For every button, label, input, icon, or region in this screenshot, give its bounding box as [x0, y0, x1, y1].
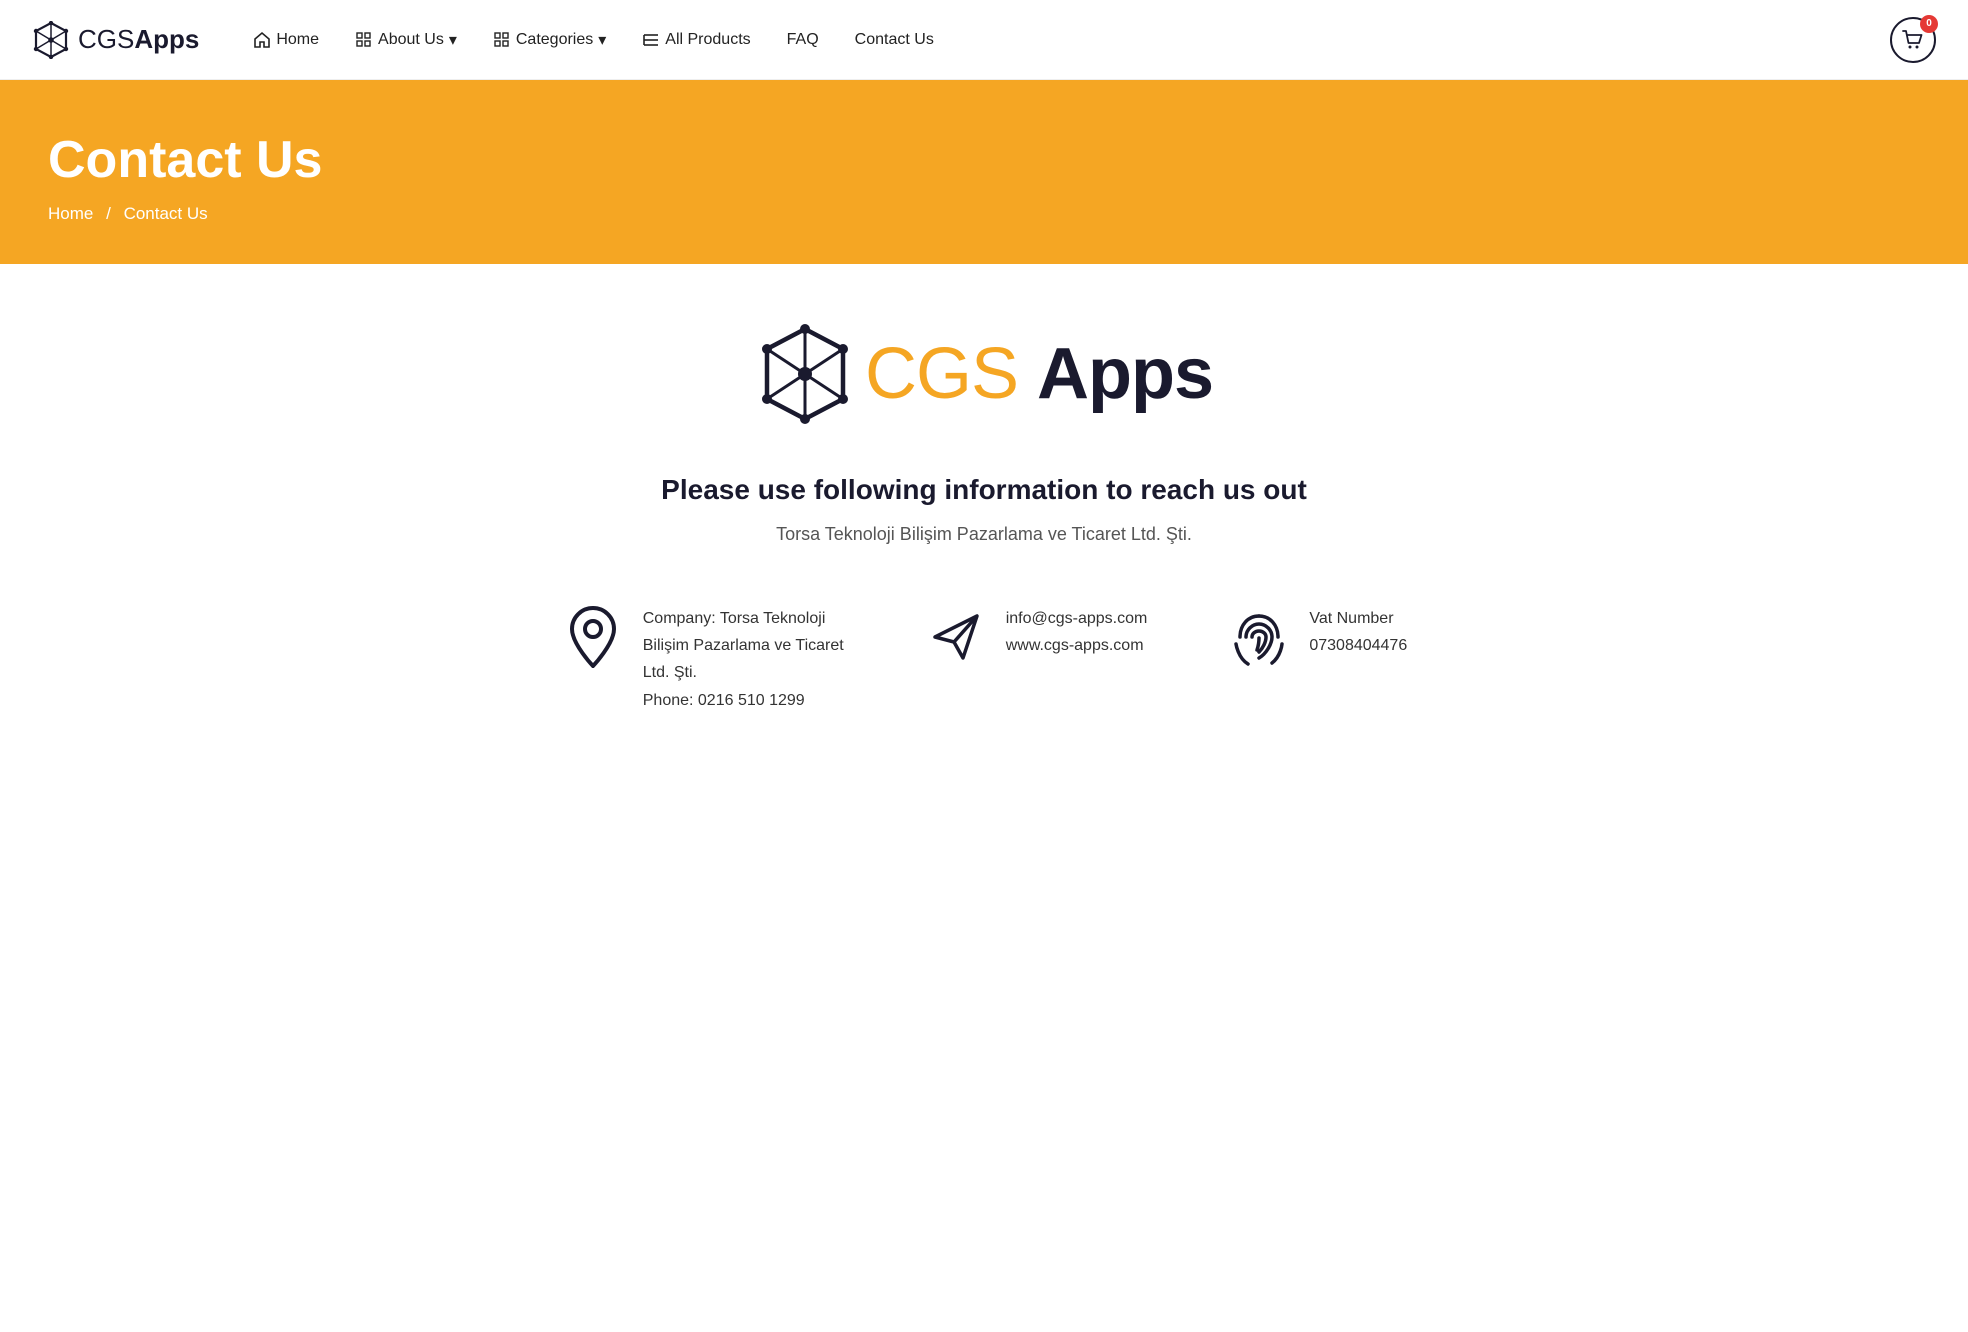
cgsapps-logo-icon [755, 324, 855, 424]
info-heading: Please use following information to reac… [48, 474, 1920, 506]
contact-cards: Company: Torsa Teknoloji Bilişim Pazarla… [48, 605, 1920, 714]
breadcrumb-home[interactable]: Home [48, 204, 93, 223]
grid-icon-categories [493, 31, 511, 49]
vat-text: Vat Number 07308404476 [1309, 605, 1407, 659]
nav-item-about[interactable]: About Us ▾ [341, 22, 471, 58]
address-text: Company: Torsa Teknoloji Bilişim Pazarla… [643, 605, 844, 714]
brand-icon [32, 21, 70, 59]
contact-card-vat: Vat Number 07308404476 [1227, 605, 1407, 669]
nav-item-categories[interactable]: Categories ▾ [479, 22, 620, 58]
send-icon [924, 605, 988, 669]
main-content: CGS Apps Please use following informatio… [0, 264, 1968, 794]
list-icon [642, 31, 660, 49]
company-name: Torsa Teknoloji Bilişim Pazarlama ve Tic… [48, 524, 1920, 545]
hero-banner: Contact Us Home / Contact Us [0, 80, 1968, 264]
contact-card-email: info@cgs-apps.com www.cgs-apps.com [924, 605, 1148, 669]
hero-title: Contact Us [48, 130, 1920, 190]
nav-item-home[interactable]: Home [239, 23, 333, 57]
fingerprint-icon [1227, 605, 1291, 669]
nav-item-contact[interactable]: Contact Us [841, 23, 948, 57]
contact-card-address: Company: Torsa Teknoloji Bilişim Pazarla… [561, 605, 844, 714]
logo-text-cgs: CGS [865, 333, 1037, 415]
home-icon [253, 31, 271, 49]
grid-icon-about [355, 31, 373, 49]
location-icon [561, 605, 625, 669]
breadcrumb: Home / Contact Us [48, 204, 1920, 224]
nav-links: Home About Us ▾ [239, 22, 1890, 58]
chevron-down-icon-categories: ▾ [598, 30, 606, 50]
breadcrumb-separator: / [106, 204, 111, 223]
logo-text-apps: Apps [1037, 333, 1213, 415]
brand-logo[interactable]: CGSApps [32, 21, 199, 59]
chevron-down-icon-about: ▾ [449, 30, 457, 50]
navbar: CGSApps Home About Us ▾ [0, 0, 1968, 80]
cart-badge: 0 [1920, 15, 1938, 33]
nav-item-faq[interactable]: FAQ [773, 23, 833, 57]
breadcrumb-current: Contact Us [124, 204, 208, 223]
email-text: info@cgs-apps.com www.cgs-apps.com [1006, 605, 1148, 659]
cart-icon [1902, 30, 1924, 50]
brand-name: CGSApps [78, 24, 199, 55]
logo-area: CGS Apps [48, 324, 1920, 424]
cart-button[interactable]: 0 [1890, 17, 1936, 63]
nav-item-all-products[interactable]: All Products [628, 23, 764, 57]
